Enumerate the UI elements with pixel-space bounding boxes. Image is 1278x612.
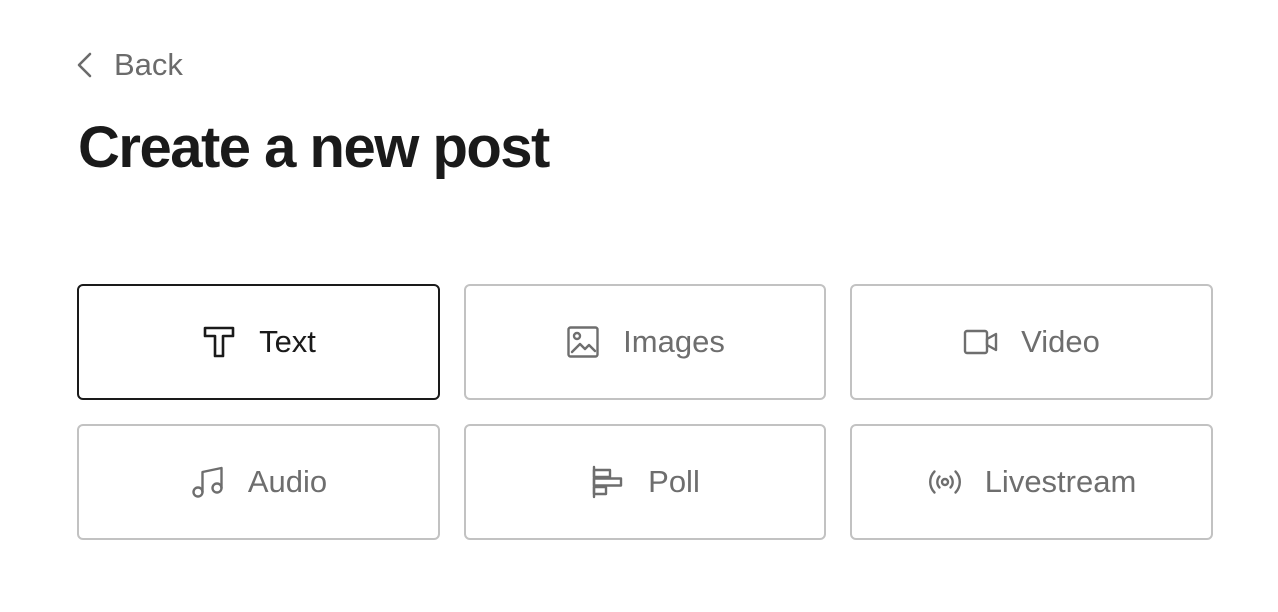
post-type-images-button[interactable]: Images xyxy=(464,284,826,400)
page-title: Create a new post xyxy=(78,115,550,180)
livestream-icon xyxy=(927,464,963,500)
chevron-left-icon xyxy=(74,51,96,79)
video-icon xyxy=(963,324,999,360)
post-type-livestream-button[interactable]: Livestream xyxy=(850,424,1213,540)
text-icon xyxy=(201,324,237,360)
post-type-audio-button[interactable]: Audio xyxy=(77,424,440,540)
post-type-grid: Text Images Video Audio Poll Livestream xyxy=(77,284,1213,540)
post-type-label: Images xyxy=(623,324,725,359)
post-type-label: Video xyxy=(1021,324,1100,359)
image-icon xyxy=(565,324,601,360)
post-type-label: Poll xyxy=(648,464,700,499)
post-type-label: Text xyxy=(259,324,316,359)
poll-icon xyxy=(590,464,626,500)
post-type-poll-button[interactable]: Poll xyxy=(464,424,826,540)
back-link[interactable]: Back xyxy=(74,44,183,86)
post-type-video-button[interactable]: Video xyxy=(850,284,1213,400)
back-label: Back xyxy=(114,47,183,82)
post-type-label: Audio xyxy=(247,464,328,499)
music-note-icon xyxy=(190,464,226,500)
post-type-label: Livestream xyxy=(984,464,1137,499)
post-type-text-button[interactable]: Text xyxy=(77,284,440,400)
